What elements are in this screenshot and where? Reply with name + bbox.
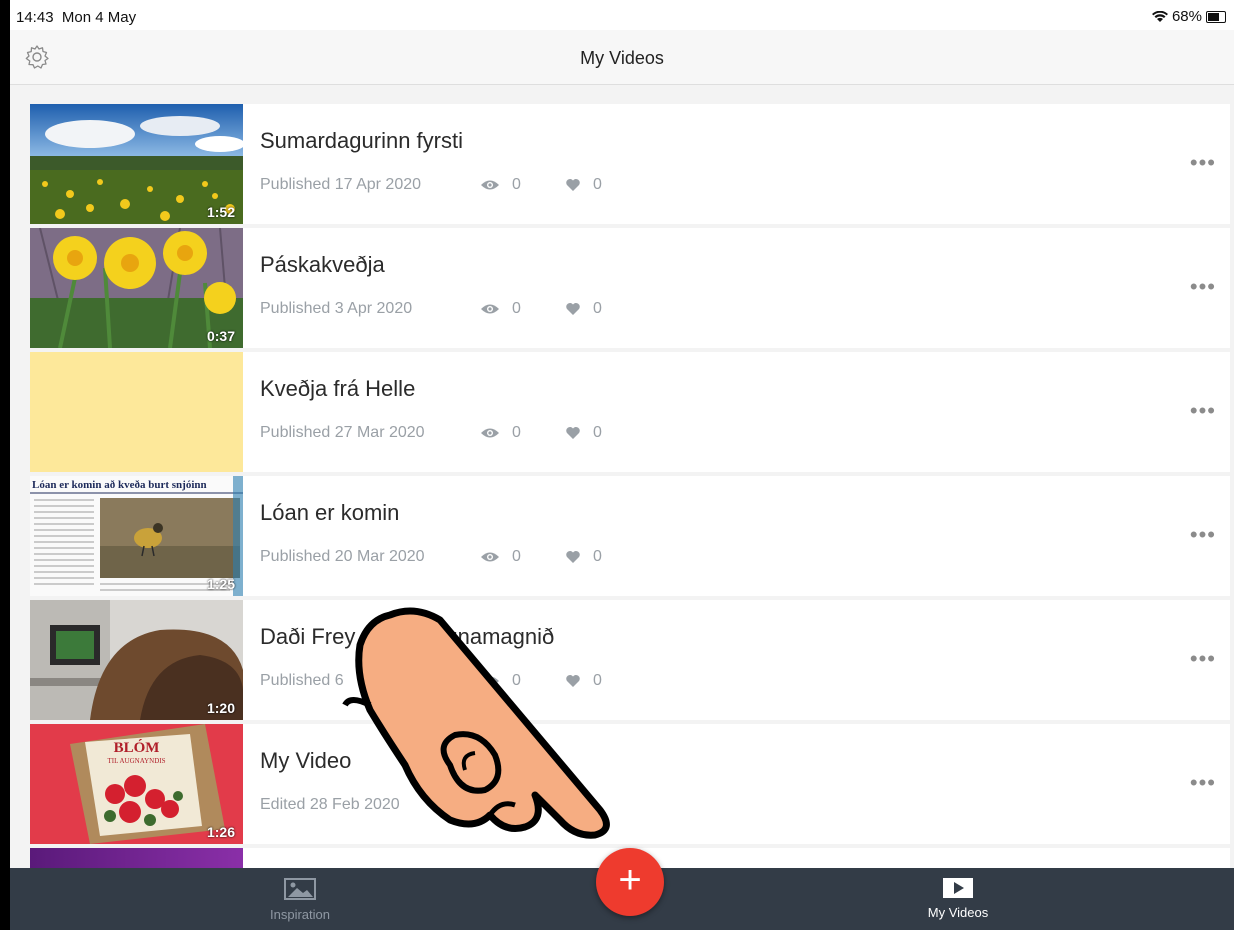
tab-inspiration[interactable]: Inspiration: [250, 878, 350, 922]
more-options-button[interactable]: •••: [1190, 646, 1216, 672]
battery-icon: [1206, 10, 1226, 23]
status-right: 68%: [1151, 8, 1226, 25]
heart-icon: [566, 427, 580, 439]
video-thumbnail[interactable]: [30, 848, 243, 868]
heart-icon: [566, 551, 580, 563]
views-count: 0: [480, 424, 521, 442]
app-screen: 14:43 Mon 4 May 68% My Videos 1:52 Sumar…: [10, 0, 1234, 930]
play-icon: [943, 878, 973, 898]
video-thumbnail[interactable]: BLÓM TIL AUGNAYNDIS 1:26: [30, 724, 243, 844]
video-thumbnail[interactable]: [30, 352, 243, 472]
status-bar: 14:43 Mon 4 May 68%: [10, 0, 1234, 30]
video-published-date: Published 17 Apr 2020: [260, 176, 422, 193]
views-count: 0: [480, 548, 521, 566]
likes-count: 0: [565, 176, 602, 194]
video-row[interactable]: 1:52 Sumardagurinn fyrsti Published 17 A…: [30, 104, 1230, 224]
video-title: Lóan er komin: [260, 500, 400, 525]
more-options-button[interactable]: •••: [1190, 522, 1216, 548]
video-published-date: Published 3 Apr 2020: [260, 300, 413, 317]
more-options-button[interactable]: •••: [1190, 274, 1216, 300]
pointing-hand-icon: [342, 607, 610, 839]
video-duration: 1:52: [206, 204, 235, 220]
eye-icon: [481, 304, 499, 314]
video-title: Kveðja frá Helle: [260, 376, 416, 401]
video-thumbnail[interactable]: 0:37: [30, 228, 243, 348]
thumbnail-book-title: BLÓM TIL AUGNAYNDIS: [107, 740, 166, 765]
video-thumbnail[interactable]: Lóan er komin að kveða burt snjóinn 1:25: [30, 476, 243, 596]
wifi-icon: [1151, 10, 1168, 22]
eye-icon: [481, 552, 499, 562]
video-row[interactable]: Lóan er komin að kveða burt snjóinn 1:25…: [30, 476, 1230, 596]
views-count: 0: [480, 300, 521, 318]
battery-percent: 68%: [1171, 8, 1202, 25]
video-duration: 0:37: [206, 328, 235, 344]
page-title: My Videos: [580, 48, 664, 68]
video-title: Páskakveðja: [260, 252, 385, 277]
photo-icon: [284, 878, 316, 900]
likes-count: 0: [565, 300, 602, 318]
video-published-date: Published 20 Mar 2020: [260, 548, 425, 565]
tab-my-videos[interactable]: My Videos: [908, 878, 1008, 920]
video-row[interactable]: 1:20 Daði Frey gnamagnið Published 6 0 0 …: [30, 600, 1230, 720]
nav-bar: My Videos: [10, 30, 1234, 85]
video-thumbnail[interactable]: 1:20: [30, 600, 243, 720]
heart-icon: [566, 303, 580, 315]
video-duration: 1:25: [206, 576, 235, 592]
eye-icon: [481, 180, 499, 190]
add-video-button[interactable]: +: [596, 848, 664, 916]
more-options-button[interactable]: •••: [1190, 770, 1216, 796]
status-time: 14:43 Mon 4 May: [16, 9, 137, 26]
likes-count: 0: [565, 548, 602, 566]
more-options-button[interactable]: •••: [1190, 150, 1216, 176]
video-row[interactable]: Kveðja frá Helle Published 27 Mar 2020 0…: [30, 352, 1230, 472]
video-row[interactable]: 0:37 Páskakveðja Published 3 Apr 2020 0 …: [30, 228, 1230, 348]
video-thumbnail[interactable]: 1:52: [30, 104, 243, 224]
video-duration: 1:20: [206, 700, 235, 716]
views-count: 0: [480, 176, 521, 194]
video-duration: 1:26: [206, 824, 235, 840]
eye-icon: [481, 428, 499, 438]
video-published-date: Published 27 Mar 2020: [260, 424, 425, 441]
likes-count: 0: [565, 424, 602, 442]
video-row[interactable]: BLÓM TIL AUGNAYNDIS 1:26 My Video Edited…: [30, 724, 1230, 844]
more-options-button[interactable]: •••: [1190, 398, 1216, 424]
video-title: Sumardagurinn fyrsti: [260, 128, 463, 153]
heart-icon: [566, 179, 580, 191]
